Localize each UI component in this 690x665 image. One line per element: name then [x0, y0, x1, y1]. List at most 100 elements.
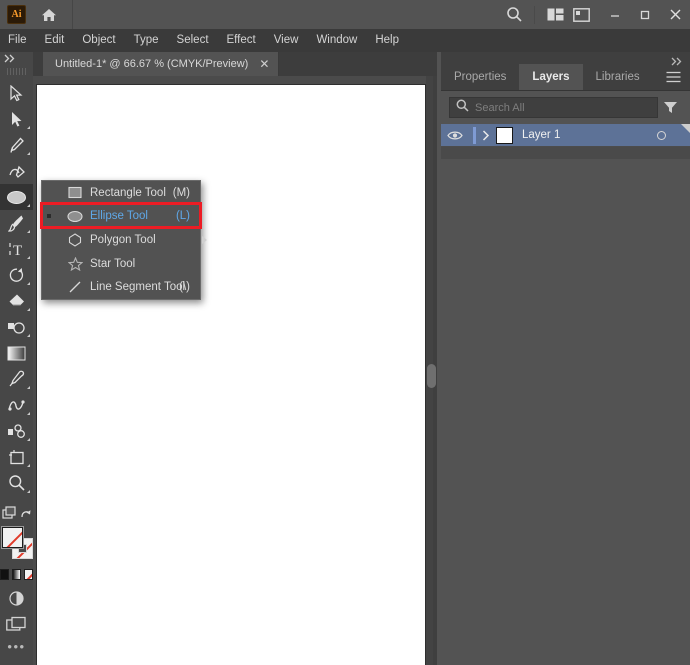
toolbar-more-button[interactable]: ••• — [0, 637, 33, 657]
blend-tool[interactable] — [0, 392, 33, 418]
menu-object[interactable]: Object — [73, 29, 124, 52]
flyout-label: Line Segment Tool — [90, 281, 186, 294]
symbol-sprayer-tool[interactable] — [0, 418, 33, 444]
selection-tool[interactable] — [0, 80, 33, 106]
shape-tools-flyout-menu: Rectangle Tool (M) Ellipse Tool (L) Poly… — [41, 180, 207, 300]
close-button[interactable] — [660, 3, 690, 27]
title-divider — [72, 0, 73, 29]
home-icon[interactable] — [40, 6, 58, 24]
polygon-icon — [64, 233, 86, 247]
title-bar: Ai — [0, 0, 690, 29]
tool-corner-indicator — [27, 490, 30, 493]
svg-text:T: T — [13, 243, 22, 258]
layer-name[interactable]: Layer 1 — [522, 129, 560, 141]
direct-selection-tool[interactable] — [0, 106, 33, 132]
tab-libraries[interactable]: Libraries — [582, 64, 653, 90]
menu-bar: File Edit Object Type Select Effect View… — [0, 29, 690, 52]
document-tab-label: Untitled-1* @ 66.67 % (CMYK/Preview) — [55, 58, 249, 70]
menu-view[interactable]: View — [265, 29, 308, 52]
artboard-tool[interactable] — [0, 444, 33, 470]
tool-corner-indicator — [27, 438, 30, 441]
layer-thumbnail — [496, 126, 513, 144]
menu-window[interactable]: Window — [307, 29, 366, 52]
chevron-right-icon[interactable] — [476, 129, 496, 141]
submenu-arrow-icon[interactable] — [202, 235, 207, 244]
flyout-polygon-tool[interactable]: Polygon Tool — [42, 228, 207, 252]
rotate-tool[interactable] — [0, 262, 33, 288]
fill-swatch[interactable] — [2, 527, 23, 548]
minimize-button[interactable] — [600, 3, 630, 27]
tool-corner-indicator — [27, 464, 30, 467]
color-mode-swatches — [0, 567, 33, 581]
document-tab[interactable]: Untitled-1* @ 66.67 % (CMYK/Preview) ✕ — [43, 52, 280, 76]
layers-panel-body: Search All Layer 1 — [441, 91, 690, 665]
workspace-switcher-icon[interactable] — [568, 0, 594, 29]
tab-properties[interactable]: Properties — [441, 64, 520, 90]
menu-type[interactable]: Type — [125, 29, 168, 52]
toolbar-expand-icon[interactable] — [0, 52, 33, 65]
drawing-mode-icon[interactable] — [0, 587, 33, 611]
flyout-shortcut: (M) — [172, 186, 190, 199]
ellipse-icon — [64, 210, 86, 223]
gradient-swatch[interactable] — [12, 568, 21, 580]
pen-tool[interactable] — [0, 132, 33, 158]
rectangle-icon — [64, 186, 86, 199]
document-area: Untitled-1* @ 66.67 % (CMYK/Preview) ✕ — [33, 52, 437, 665]
none-swatch[interactable] — [24, 568, 33, 580]
fill-none-slash — [3, 528, 22, 547]
eraser-tool[interactable] — [0, 288, 33, 314]
gradient-tool[interactable] — [0, 340, 33, 366]
menu-edit[interactable]: Edit — [36, 29, 74, 52]
fill-stroke-control[interactable] — [0, 527, 33, 567]
arrange-documents-icon[interactable] — [542, 0, 568, 29]
tab-layers[interactable]: Layers — [519, 64, 583, 90]
maximize-button[interactable] — [630, 3, 660, 27]
tool-corner-indicator — [27, 204, 30, 207]
panel-tab-bar: Properties Layers Libraries — [441, 64, 690, 91]
right-panel-expand-icon[interactable] — [441, 52, 690, 66]
target-circle-icon[interactable] — [657, 130, 666, 140]
flyout-label: Polygon Tool — [90, 233, 156, 246]
menu-file[interactable]: File — [0, 29, 36, 52]
toolbar-drag-handle[interactable] — [7, 66, 26, 76]
shape-builder-tool[interactable] — [0, 314, 33, 340]
paintbrush-tool[interactable] — [0, 210, 33, 236]
flyout-star-tool[interactable]: Star Tool — [42, 252, 200, 276]
search-input[interactable]: Search All — [449, 97, 658, 118]
search-icon[interactable] — [501, 0, 527, 29]
document-tab-bar: Untitled-1* @ 66.67 % (CMYK/Preview) ✕ — [33, 52, 437, 76]
layer-row[interactable]: Layer 1 — [441, 124, 690, 147]
type-tool[interactable]: T — [0, 236, 33, 262]
zoom-tool[interactable] — [0, 470, 33, 496]
flyout-label: Star Tool — [90, 257, 136, 270]
window-controls — [600, 3, 690, 27]
eye-icon[interactable] — [441, 130, 469, 141]
panel-collapse-handle[interactable] — [427, 364, 436, 388]
filter-funnel-icon[interactable] — [658, 100, 682, 115]
illustrator-window: Ai File Edit Object Type Select Effect V… — [0, 0, 690, 665]
tool-corner-indicator — [27, 230, 30, 233]
eyedropper-tool[interactable] — [0, 366, 33, 392]
tool-corner-indicator — [27, 282, 30, 285]
ai-logo: Ai — [7, 5, 26, 24]
search-icon — [456, 99, 469, 117]
tool-corner-indicator — [27, 256, 30, 259]
screen-mode-icon[interactable] — [0, 611, 33, 637]
star-icon — [64, 256, 86, 271]
ellipse-tool[interactable] — [0, 184, 33, 210]
flyout-line-segment-tool[interactable]: Line Segment Tool (\) — [42, 275, 200, 299]
tool-corner-indicator — [27, 308, 30, 311]
tool-corner-indicator — [27, 412, 30, 415]
color-swatch[interactable] — [0, 568, 9, 580]
close-icon[interactable]: ✕ — [248, 52, 278, 76]
menu-select[interactable]: Select — [168, 29, 218, 52]
artboard-canvas[interactable] — [36, 84, 426, 665]
menu-effect[interactable]: Effect — [218, 29, 265, 52]
flyout-ellipse-tool[interactable]: Ellipse Tool (L) — [42, 205, 200, 229]
flyout-rectangle-tool[interactable]: Rectangle Tool (M) — [42, 181, 200, 205]
arrange-objects-icon[interactable] — [0, 503, 33, 525]
titlebar-right-controls — [501, 0, 690, 29]
menu-help[interactable]: Help — [366, 29, 408, 52]
flyout-label: Rectangle Tool — [90, 186, 166, 199]
curvature-tool[interactable] — [0, 158, 33, 184]
